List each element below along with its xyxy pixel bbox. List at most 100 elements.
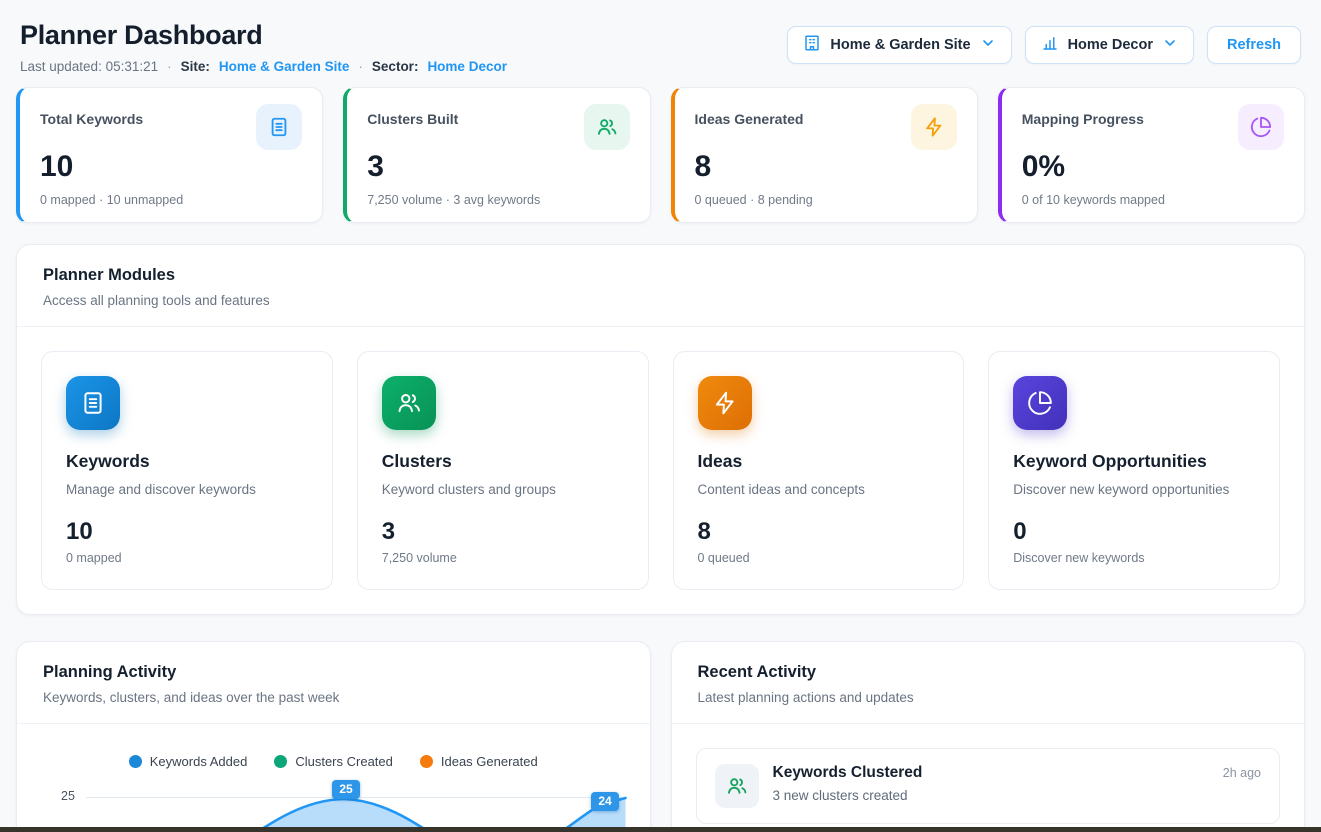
planning-activity-chart: Keywords Added Clusters Created Ideas Ge… [17,724,650,832]
lightning-icon [698,376,752,430]
chart-plot-area: 25 25 24 [41,774,626,832]
users-icon [715,764,759,808]
stat-detail: 0 of 10 keywords mapped [1022,193,1284,207]
stats-row: Total Keywords 10 0 mapped · 10 unmapped… [16,87,1305,223]
chevron-down-icon [1162,35,1178,55]
module-detail: 0 queued [698,551,940,565]
legend-item-clusters-created[interactable]: Clusters Created [274,754,393,769]
planner-dashboard-page: Planner Dashboard Last updated: 05:31:21… [0,0,1321,832]
module-title: Ideas [698,451,940,472]
screen-edge-bar [0,827,1321,832]
lightning-icon [911,104,957,150]
module-card-clusters[interactable]: Clusters Keyword clusters and groups 3 7… [357,351,649,590]
module-detail: 7,250 volume [382,551,624,565]
module-title: Keywords [66,451,308,472]
sector-selector-dropdown[interactable]: Home Decor [1025,26,1194,64]
activity-title: Keywords Clustered [773,764,923,782]
module-title: Keyword Opportunities [1013,451,1255,472]
users-icon [584,104,630,150]
meta-separator: · [167,59,172,74]
module-description: Discover new keyword opportunities [1013,482,1255,497]
site-label: Site: [181,59,210,74]
stat-detail: 0 queued · 8 pending [695,193,957,207]
recent-activity-title: Recent Activity [698,663,1279,682]
data-point-label: 24 [591,792,619,811]
pie-chart-icon [1013,376,1067,430]
last-updated-text: Last updated: 05:31:21 [20,59,158,74]
activity-description: 3 new clusters created [773,788,1262,803]
header-meta: Last updated: 05:31:21 · Site: Home & Ga… [20,59,507,74]
planning-activity-panel: Planning Activity Keywords, clusters, an… [16,641,651,832]
legend-label: Ideas Generated [441,754,538,769]
legend-dot-icon [420,755,433,768]
stat-detail: 7,250 volume · 3 avg keywords [367,193,629,207]
stat-label: Total Keywords [40,104,143,127]
sector-label: Sector: [372,59,419,74]
module-value: 10 [66,518,308,546]
sector-link[interactable]: Home Decor [427,59,507,74]
stat-value: 10 [40,151,302,183]
stat-card-ideas-generated: Ideas Generated 8 0 queued · 8 pending [671,87,978,223]
stat-label: Clusters Built [367,104,458,127]
modules-title: Planner Modules [43,266,1278,285]
file-text-icon [256,104,302,150]
activity-timestamp: 2h ago [1223,766,1261,780]
module-description: Keyword clusters and groups [382,482,624,497]
module-value: 8 [698,518,940,546]
module-card-keyword-opportunities[interactable]: Keyword Opportunities Discover new keywo… [988,351,1280,590]
module-card-ideas[interactable]: Ideas Content ideas and concepts 8 0 que… [673,351,965,590]
planning-activity-header: Planning Activity Keywords, clusters, an… [17,642,650,723]
data-point-label: 25 [332,780,360,799]
refresh-button[interactable]: Refresh [1207,26,1301,64]
recent-activity-panel: Recent Activity Latest planning actions … [671,641,1306,832]
chevron-down-icon [980,35,996,55]
legend-label: Keywords Added [150,754,248,769]
planning-activity-title: Planning Activity [43,663,624,682]
modules-panel-header: Planner Modules Access all planning tool… [17,245,1304,326]
stat-card-mapping-progress: Mapping Progress 0% 0 of 10 keywords map… [998,87,1305,223]
stat-value: 0% [1022,151,1284,183]
module-card-keywords[interactable]: Keywords Manage and discover keywords 10… [41,351,333,590]
pie-chart-icon [1238,104,1284,150]
site-selector-dropdown[interactable]: Home & Garden Site [787,26,1011,64]
legend-item-keywords-added[interactable]: Keywords Added [129,754,248,769]
y-axis-tick: 25 [61,789,75,803]
module-detail: Discover new keywords [1013,551,1255,565]
stat-value: 3 [367,151,629,183]
legend-dot-icon [274,755,287,768]
legend-item-ideas-generated[interactable]: Ideas Generated [420,754,538,769]
page-title: Planner Dashboard [20,20,507,51]
stat-detail: 0 mapped · 10 unmapped [40,193,302,207]
modules-grid: Keywords Manage and discover keywords 10… [41,351,1280,590]
site-link[interactable]: Home & Garden Site [219,59,350,74]
legend-label: Clusters Created [295,754,393,769]
stat-label: Ideas Generated [695,104,804,127]
page-header: Planner Dashboard Last updated: 05:31:21… [16,0,1305,74]
stat-value: 8 [695,151,957,183]
meta-separator: · [358,59,363,74]
building-icon [803,34,821,56]
recent-activity-subtitle: Latest planning actions and updates [698,690,1279,705]
stat-card-clusters-built: Clusters Built 3 7,250 volume · 3 avg ke… [343,87,650,223]
sector-selector-label: Home Decor [1068,37,1153,53]
bar-chart-icon [1041,34,1059,56]
modules-subtitle: Access all planning tools and features [43,293,1278,308]
chart-legend: Keywords Added Clusters Created Ideas Ge… [41,754,626,769]
module-value: 3 [382,518,624,546]
module-detail: 0 mapped [66,551,308,565]
users-icon [382,376,436,430]
module-value: 0 [1013,518,1255,546]
module-description: Manage and discover keywords [66,482,308,497]
planner-modules-panel: Planner Modules Access all planning tool… [16,244,1305,615]
activity-list-item: Keywords Clustered 2h ago 3 new clusters… [696,748,1281,824]
module-title: Clusters [382,451,624,472]
activity-content: Keywords Clustered 2h ago 3 new clusters… [773,764,1262,808]
file-text-icon [66,376,120,430]
header-toolbar: Home & Garden Site Home Decor Refresh [787,20,1301,64]
site-selector-label: Home & Garden Site [830,37,970,53]
header-left: Planner Dashboard Last updated: 05:31:21… [20,20,507,74]
module-description: Content ideas and concepts [698,482,940,497]
stat-card-total-keywords: Total Keywords 10 0 mapped · 10 unmapped [16,87,323,223]
recent-activity-header: Recent Activity Latest planning actions … [672,642,1305,723]
legend-dot-icon [129,755,142,768]
